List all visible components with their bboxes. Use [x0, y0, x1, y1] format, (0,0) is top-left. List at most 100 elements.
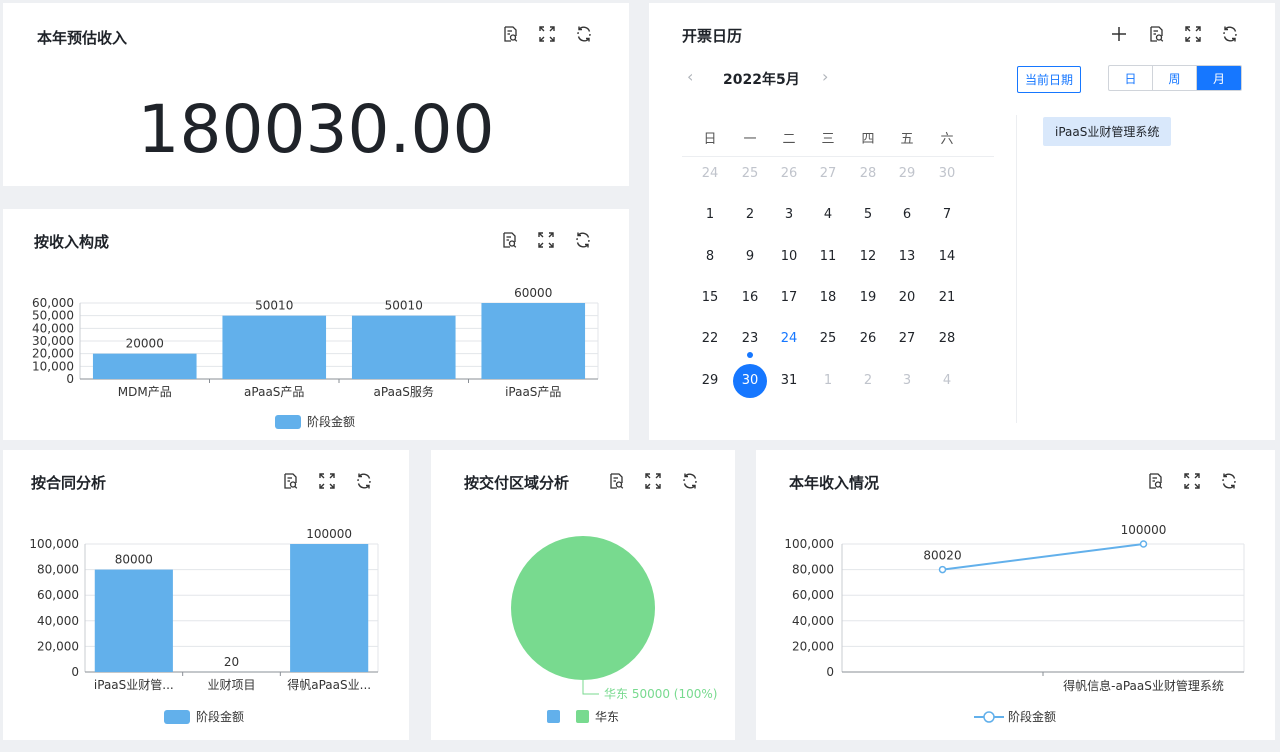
calendar-day[interactable]: 4	[930, 364, 964, 398]
income-composition-legend[interactable]: 阶段金额	[275, 413, 355, 430]
calendar-day[interactable]: 31	[772, 364, 806, 398]
calendar-day[interactable]: 23	[733, 322, 767, 356]
calendar-day[interactable]: 2	[851, 364, 885, 398]
calendar-day[interactable]: 18	[811, 281, 845, 315]
calendar-day[interactable]: 24	[693, 157, 727, 191]
yearly-card: 本年收入情况 0 20,000 40,000 60,000 80,000 100,000 得…	[756, 450, 1275, 740]
calendar-day[interactable]: 30	[733, 363, 767, 398]
calendar-day[interactable]: 13	[890, 240, 924, 274]
data-label: 100000	[306, 527, 352, 541]
region-legend[interactable]: 华东	[547, 708, 619, 725]
y-tick-label: 100,000	[29, 537, 79, 551]
data-label: 50010	[255, 299, 293, 313]
calendar-grid: 日一二三四五六 24 25 26 27 28 29 30 1 2 3 4 5 6 7 8 9 10 11 12 13 14…	[649, 3, 1009, 440]
bar	[222, 315, 327, 379]
view-day-button[interactable]: 日	[1109, 66, 1153, 90]
bar	[290, 544, 369, 672]
calendar-toolbar	[1100, 23, 1248, 45]
calendar-day[interactable]: 6	[890, 198, 924, 232]
calendar-day[interactable]: 16	[733, 281, 767, 315]
calendar-day[interactable]: 9	[733, 240, 767, 274]
calendar-day[interactable]: 28	[930, 322, 964, 356]
calendar-day[interactable]: 15	[693, 281, 727, 315]
calendar-day[interactable]: 29	[693, 364, 727, 398]
pie-label: 华东 50000 (100%)	[604, 687, 717, 701]
calendar-day[interactable]: 27	[890, 322, 924, 356]
refresh-button[interactable]	[1211, 23, 1248, 45]
data-label: 80020	[923, 549, 961, 563]
calendar-day[interactable]: 22	[693, 322, 727, 356]
calendar-day[interactable]: 5	[851, 198, 885, 232]
calendar-day[interactable]: 12	[851, 240, 885, 274]
fullscreen-button[interactable]	[528, 23, 565, 45]
calendar-day[interactable]: 11	[811, 240, 845, 274]
view-data-button[interactable]	[1137, 23, 1174, 45]
income-composition-card: 按收入构成 0 10,000 20,000 30,000 40,000 50,000 60,…	[3, 209, 629, 440]
view-data-button[interactable]	[491, 23, 528, 45]
calendar-day[interactable]: 26	[851, 322, 885, 356]
calendar-day[interactable]: 17	[772, 281, 806, 315]
calendar-day[interactable]: 1	[693, 198, 727, 232]
income-composition-chart: 010,00020,00030,00040,00050,00060,000 200…	[32, 286, 599, 399]
data-label: 80000	[115, 553, 153, 567]
calendar-day[interactable]: 14	[930, 240, 964, 274]
calendar-day[interactable]: 7	[930, 198, 964, 232]
x-tick-label: aPaaS产品	[244, 385, 304, 399]
event-dot	[747, 352, 753, 359]
legend-label: 阶段金额	[307, 415, 356, 429]
legend-line-swatch	[974, 710, 1004, 723]
calendar-day[interactable]: 8	[693, 240, 727, 274]
refresh-icon	[575, 25, 593, 43]
legend-swatch-blue	[547, 710, 560, 723]
refresh-button[interactable]	[565, 23, 602, 45]
calendar-day[interactable]: 24	[772, 322, 806, 356]
yearly-legend[interactable]: 阶段金额	[974, 708, 1056, 725]
calendar-day[interactable]: 10	[772, 240, 806, 274]
weekday-header: 一	[743, 132, 757, 147]
calendar-event[interactable]: iPaaS业财管理系统	[1043, 117, 1172, 146]
y-tick-label: 0	[826, 665, 834, 679]
calendar-day[interactable]: 21	[930, 281, 964, 315]
fullscreen-button[interactable]	[1174, 23, 1211, 45]
y-tick-label: 0	[66, 372, 74, 386]
y-tick-label: 50,000	[32, 309, 74, 323]
view-month-button[interactable]: 月	[1197, 66, 1241, 90]
contract-chart: 0 20,000 40,000 60,000 80,000 100,000 80000 iPa…	[29, 527, 379, 692]
calendar-day[interactable]: 4	[811, 198, 845, 232]
pie-slice	[511, 536, 655, 680]
contract-legend[interactable]: 阶段金额	[164, 708, 244, 725]
calendar-day[interactable]: 3	[890, 364, 924, 398]
estimate-toolbar	[491, 23, 602, 45]
calendar-day[interactable]: 30	[930, 157, 964, 191]
y-tick-label: 10,000	[32, 359, 74, 373]
calendar-day[interactable]: 28	[851, 157, 885, 191]
fullscreen-icon	[1184, 25, 1202, 43]
data-label: 60000	[514, 286, 552, 300]
y-tick-label: 80,000	[37, 563, 79, 577]
legend-swatch	[275, 414, 301, 429]
today-button[interactable]: 当前日期	[1017, 66, 1082, 93]
calendar-day[interactable]: 29	[890, 157, 924, 191]
calendar-day[interactable]: 19	[851, 281, 885, 315]
weekday-header: 四	[861, 132, 875, 147]
calendar-day[interactable]: 2	[733, 198, 767, 232]
calendar-day[interactable]: 1	[811, 364, 845, 398]
yearly-chart: 0 20,000 40,000 60,000 80,000 100,000 得帆信息-aPa…	[784, 523, 1245, 693]
calendar-day[interactable]: 3	[772, 198, 806, 232]
view-week-button[interactable]: 周	[1153, 66, 1197, 90]
legend-swatch	[164, 709, 190, 724]
calendar-day[interactable]: 26	[772, 157, 806, 191]
y-tick-label: 80,000	[792, 563, 834, 577]
calendar-day[interactable]: 25	[811, 322, 845, 356]
legend-swatch-green	[576, 710, 589, 723]
calendar-day[interactable]: 20	[890, 281, 924, 315]
y-tick-label: 60,000	[32, 296, 74, 310]
y-tick-label: 0	[71, 665, 79, 679]
bar	[351, 315, 456, 379]
estimate-title: 本年预估收入	[37, 29, 128, 47]
weekday-header: 三	[821, 132, 835, 147]
calendar-day[interactable]: 27	[811, 157, 845, 191]
calendar-day[interactable]: 25	[733, 157, 767, 191]
y-tick-label: 20,000	[37, 639, 79, 653]
add-button[interactable]	[1100, 23, 1137, 45]
